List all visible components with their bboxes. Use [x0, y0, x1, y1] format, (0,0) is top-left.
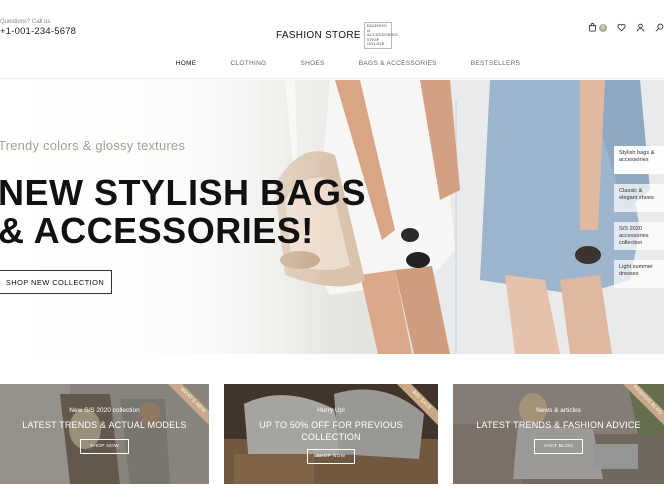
nav-item-bags-accessories[interactable]: BAGS & ACCESSORIES — [359, 58, 437, 72]
shop-now-button[interactable]: SHOP NOW — [306, 449, 356, 464]
promo-title: LATEST TRENDS & ACTUAL MODELS — [22, 420, 187, 430]
hero-title: NEW STYLISH BAGS & ACCESSORIES! — [0, 174, 366, 250]
contact-label: Questions? Call us — [0, 19, 51, 25]
cart-icon — [588, 23, 597, 32]
nav-item-home[interactable]: HOME — [176, 58, 197, 72]
cart-count-badge: 0 — [599, 23, 607, 32]
hero-eyebrow: Trendy colors & glossy textures — [0, 138, 186, 153]
hero-slider: Trendy colors & glossy textures NEW STYL… — [0, 80, 664, 354]
promo-card-sale[interactable]: Hurry Up! UP TO 50% OFF FOR PREVIOUS COL… — [224, 384, 438, 484]
header-icons: 0 — [588, 23, 664, 32]
slide-item-dresses[interactable]: Light summer dresses — [614, 260, 664, 288]
main-nav: HOME CLOTHING SHOES BAGS & ACCESSORIES B… — [0, 58, 664, 72]
promo-title: LATEST TRENDS & FASHION ADVICE — [476, 420, 641, 430]
logo-text: FASHION STORE — [276, 29, 361, 41]
promo-content: News & articles LATEST TRENDS & FASHION … — [453, 406, 664, 454]
contact-block: Questions? Call us +1-001-234-5678 — [0, 18, 76, 38]
promo-card-new[interactable]: New S/S 2020 collection LATEST TRENDS & … — [0, 384, 209, 484]
shop-new-collection-button[interactable]: SHOP NEW COLLECTION — [0, 270, 112, 294]
search-icon — [655, 23, 664, 32]
promo-content: New S/S 2020 collection LATEST TRENDS & … — [0, 406, 209, 454]
wishlist-button[interactable] — [617, 23, 626, 32]
slide-item-accessories[interactable]: S/S 2020 accessories collection — [614, 222, 664, 250]
hero-title-line2: & ACCESSORIES! — [0, 210, 314, 251]
nav-item-clothing[interactable]: CLOTHING — [230, 58, 266, 72]
hero-slide-list: Stylish bags & accessories Classic & ele… — [614, 146, 664, 298]
nav-divider — [0, 78, 664, 79]
logo[interactable]: FASHION STORE FASHION & ACCESSORIES SHOP… — [276, 22, 398, 49]
promo-subtitle: Hurry Up! — [317, 407, 345, 414]
logo-tagline: FASHION & ACCESSORIES SHOP ONLINE — [363, 22, 398, 49]
slide-item-bags[interactable]: Stylish bags & accessories — [614, 146, 664, 174]
cart-button[interactable]: 0 — [588, 23, 607, 32]
hero-title-line1: NEW STYLISH BAGS — [0, 172, 367, 213]
site-header: Questions? Call us +1-001-234-5678 FASHI… — [0, 0, 664, 50]
visit-blog-button[interactable]: VISIT BLOG — [533, 439, 584, 454]
promo-subtitle: New S/S 2020 collection — [69, 407, 140, 414]
promo-card-blog[interactable]: News & articles LATEST TRENDS & FASHION … — [453, 384, 664, 484]
user-icon — [636, 23, 645, 32]
nav-item-shoes[interactable]: SHOES — [300, 58, 324, 72]
promo-title: UP TO 50% OFF FOR PREVIOUS COLLECTION — [259, 420, 403, 442]
account-button[interactable] — [636, 23, 645, 32]
phone-number[interactable]: +1-001-234-5678 — [0, 26, 76, 38]
promo-banners: New S/S 2020 collection LATEST TRENDS & … — [0, 384, 664, 484]
search-button[interactable] — [655, 23, 664, 32]
slide-item-shoes[interactable]: Classic & elegant shoes — [614, 184, 664, 212]
heart-icon — [617, 23, 626, 32]
shop-now-button[interactable]: SHOP NOW — [80, 439, 129, 454]
promo-subtitle: News & articles — [536, 407, 581, 414]
promo-content: Hurry Up! UP TO 50% OFF FOR PREVIOUS COL… — [224, 406, 438, 464]
nav-item-bestsellers[interactable]: BESTSELLERS — [471, 58, 521, 72]
